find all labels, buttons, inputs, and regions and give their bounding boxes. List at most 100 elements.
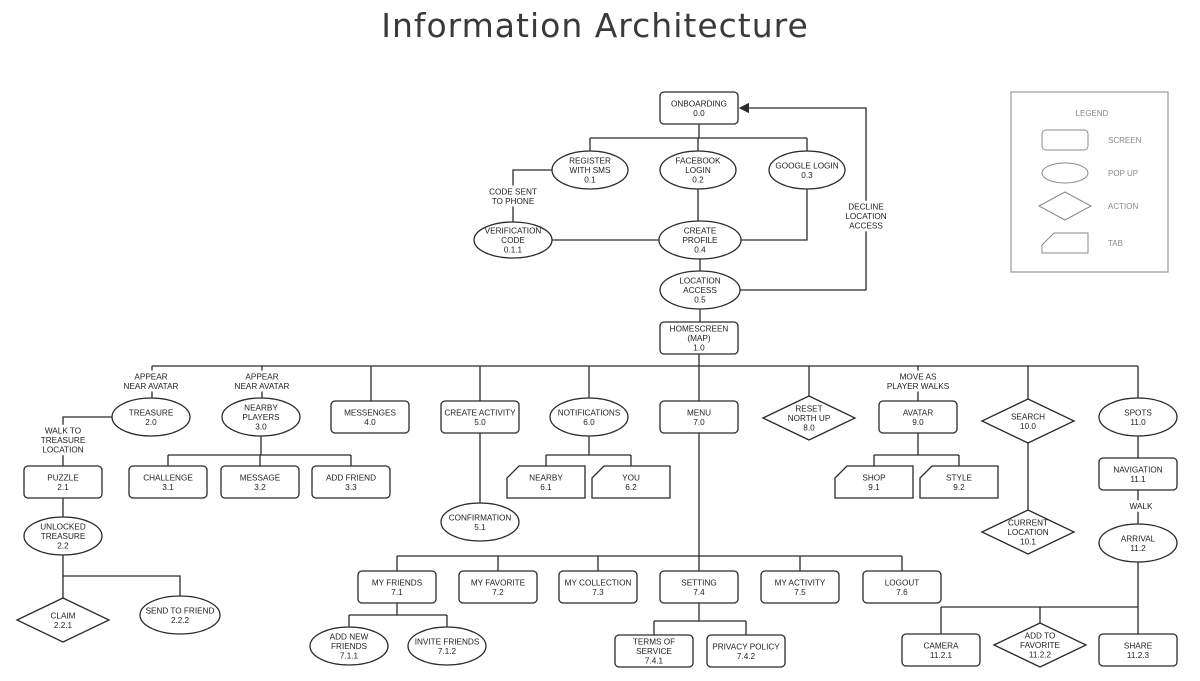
- node-id: 9.1: [868, 483, 880, 492]
- node-label: MY FRIENDS: [372, 578, 423, 587]
- edge-label-decline-location: DECLINELOCATIONACCESS: [836, 200, 896, 232]
- node-google-login: GOOGLE LOGIN0.3: [768, 150, 846, 190]
- node-id: 10.0: [1020, 422, 1036, 431]
- node-id: 2.2: [57, 542, 69, 551]
- legend-label-popup: POP UP: [1108, 169, 1138, 178]
- node-label: MY COLLECTION: [565, 578, 632, 587]
- node-spots: SPOTS11.0: [1098, 397, 1178, 437]
- node-style: STYLE9.2: [919, 465, 999, 499]
- node-id: 5.1: [474, 523, 486, 532]
- node-id: 7.1.1: [340, 652, 359, 661]
- node-label: ADD FRIEND: [326, 473, 376, 482]
- legend-label-tab: TAB: [1108, 239, 1123, 248]
- node-add-new-friends: ADD NEWFRIENDS7.1.1: [309, 626, 389, 666]
- edge-label-appear-players: APPEARNEAR AVATAR: [232, 370, 292, 392]
- ia-diagram: ONBOARDING0.0 REGISTERWITH SMS0.1 FACEBOOK…: [15, 91, 1178, 668]
- node-label: PLAYER WALKS: [887, 382, 950, 391]
- node-navigation: NAVIGATION11.1: [1098, 457, 1178, 491]
- node-id: 6.0: [583, 418, 595, 427]
- edge-label-move-as-player: MOVE ASPLAYER WALKS: [887, 370, 950, 392]
- node-label: NEARBY: [529, 473, 563, 482]
- node-id: 7.2: [492, 588, 504, 597]
- node-label: FAVORITE: [1020, 641, 1060, 650]
- node-label: PUZZLE: [47, 473, 79, 482]
- node-label: MOVE AS: [900, 372, 937, 381]
- node-current-location: CURRENTLOCATION10.1: [980, 509, 1076, 555]
- node-arrival: ARRIVAL11.2: [1098, 523, 1178, 563]
- node-you: YOU6.2: [591, 465, 671, 499]
- node-id: 3.2: [254, 483, 266, 492]
- node-label: CHALLENGE: [143, 473, 193, 482]
- node-label: PRIVACY POLICY: [712, 642, 780, 651]
- node-id: 11.2: [1130, 544, 1146, 553]
- node-terms-of-service: TERMS OFSERVICE7.4.1: [614, 634, 694, 668]
- node-label: YOU: [622, 473, 640, 482]
- node-label: WITH SMS: [570, 166, 611, 175]
- node-id: 4.0: [364, 418, 376, 427]
- node-id: 7.4.1: [645, 657, 664, 666]
- node-label: TERMS OF: [633, 638, 675, 647]
- node-id: 2.1: [57, 483, 69, 492]
- node-id: 7.5: [794, 588, 806, 597]
- node-label: FACEBOOK: [675, 157, 721, 166]
- node-label: (MAP): [687, 334, 710, 343]
- node-label: APPEAR: [134, 372, 167, 381]
- node-label: MENU: [687, 408, 711, 417]
- node-my-collection: MY COLLECTION7.3: [558, 570, 638, 604]
- node-label: ADD TO: [1025, 632, 1056, 641]
- node-label: ACCESS: [683, 286, 717, 295]
- node-label: UNLOCKED: [40, 523, 86, 532]
- node-unlocked-treasure: UNLOCKEDTREASURE2.2: [23, 516, 103, 556]
- node-label: LOCATION: [42, 446, 83, 455]
- node-label: TREASURE: [41, 436, 86, 445]
- node-label: LOCATION: [845, 212, 886, 221]
- node-label: MESSENGES: [344, 408, 396, 417]
- node-label: NAVIGATION: [1113, 465, 1162, 474]
- connector-line: [741, 189, 808, 241]
- node-confirmation: CONFIRMATION5.1: [440, 502, 520, 542]
- node-label: GOOGLE LOGIN: [775, 161, 838, 170]
- node-label: ARRIVAL: [1121, 534, 1156, 543]
- edge-label-walk-to-treasure: WALK TOTREASURELOCATION: [33, 424, 93, 456]
- node-treasure: TREASURE2.0: [111, 397, 191, 437]
- node-setting: SETTING7.4: [659, 570, 739, 604]
- node-id: 8.0: [803, 424, 815, 433]
- node-label: TREASURE: [129, 408, 174, 417]
- node-id: 0.0: [693, 109, 705, 118]
- node-avatar: AVATAR9.0: [878, 400, 958, 434]
- legend-label-screen: SCREEN: [1108, 136, 1142, 145]
- node-my-friends: MY FRIENDS7.1: [357, 570, 437, 604]
- legend-popup-icon: [1041, 162, 1089, 184]
- node-label: AVATAR: [903, 408, 933, 417]
- node-id: 11.2.1: [930, 651, 953, 660]
- edge-label-walk: WALK: [1111, 500, 1171, 512]
- node-label: LOGIN: [685, 166, 711, 175]
- edge-label-layer: CODE SENTTO PHONEDECLINELOCATIONACCESSAP…: [33, 185, 1171, 512]
- node-label: SETTING: [681, 578, 716, 587]
- node-id: 2.0: [145, 418, 157, 427]
- node-label: ADD NEW: [330, 633, 369, 642]
- node-my-activity: MY ACTIVITY7.5: [760, 570, 840, 604]
- node-logout: LOGOUT7.6: [862, 570, 942, 604]
- node-id: 7.3: [592, 588, 604, 597]
- node-label: MY ACTIVITY: [775, 578, 826, 587]
- node-register-with-sms: REGISTERWITH SMS0.1: [551, 150, 629, 190]
- node-search: SEARCH10.0: [980, 398, 1076, 444]
- node-label: SERVICE: [636, 647, 672, 656]
- node-id: 5.0: [474, 418, 486, 427]
- node-messenges: MESSENGES4.0: [330, 400, 410, 434]
- node-label: STYLE: [946, 473, 972, 482]
- node-homescreen-map: HOMESCREEN(MAP)1.0: [659, 321, 739, 355]
- node-label: REGISTER: [569, 157, 611, 166]
- node-id: 0.1: [584, 176, 596, 185]
- node-id: 10.1: [1020, 538, 1036, 547]
- node-label: LOCATION: [679, 277, 720, 286]
- node-label: LOGOUT: [885, 578, 920, 587]
- node-id: 0.2: [692, 176, 704, 185]
- node-id: 2.2.2: [171, 616, 190, 625]
- node-label: NEAR AVATAR: [124, 382, 179, 391]
- node-label: PROFILE: [682, 236, 718, 245]
- node-label: CAMERA: [923, 641, 959, 650]
- node-label: RESET: [795, 405, 822, 414]
- node-label: CODE SENT: [489, 187, 537, 196]
